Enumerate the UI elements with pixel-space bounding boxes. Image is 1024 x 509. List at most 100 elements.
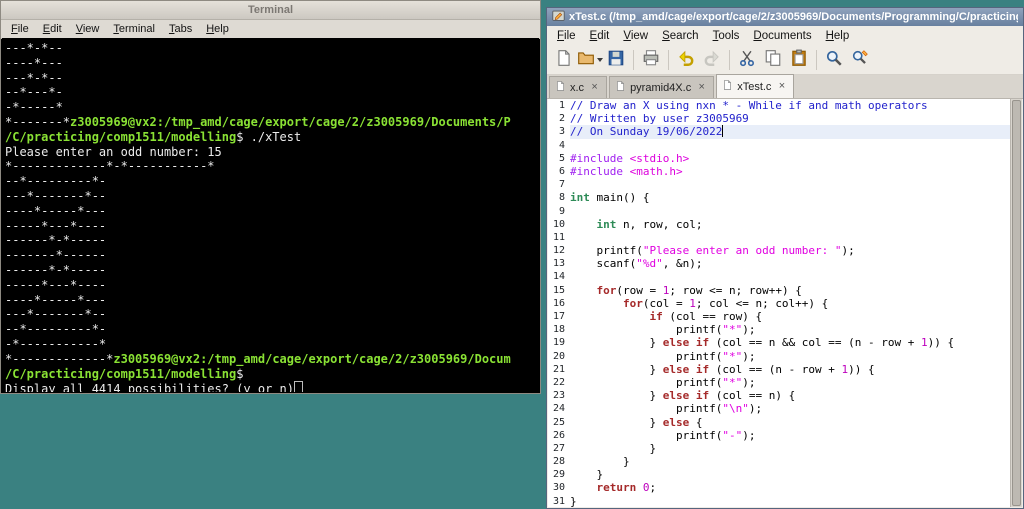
editor-titlebar[interactable]: xTest.c (/tmp_amd/cage/export/cage/2/z30…: [547, 8, 1023, 26]
toolbar-cut-button[interactable]: [734, 48, 760, 72]
code-text: // Draw an X using nxn * - While if and …: [570, 99, 1010, 112]
toolbar-undo-button[interactable]: [673, 48, 699, 72]
toolbar-paste-button[interactable]: [786, 48, 812, 72]
editor-scrollbar[interactable]: [1010, 99, 1022, 507]
code-token: }: [570, 415, 663, 429]
toolbar-redo-button[interactable]: [699, 48, 725, 72]
terminal-menu-tabs[interactable]: Tabs: [162, 21, 199, 37]
terminal-menu-help[interactable]: Help: [199, 21, 236, 37]
code-token: printf(: [570, 428, 723, 442]
terminal-menu-file[interactable]: File: [4, 21, 36, 37]
code-token: );: [841, 244, 855, 258]
editor-menu-help[interactable]: Help: [819, 28, 857, 44]
toolbar-print-button[interactable]: [638, 48, 664, 72]
toolbar-find-button[interactable]: [821, 48, 847, 72]
terminal-line: ----*-----*---: [5, 293, 539, 308]
editor-window: xTest.c (/tmp_amd/cage/export/cage/2/z30…: [546, 7, 1024, 509]
find-and-replace-icon: [851, 49, 869, 72]
terminal-line: ------*-*-----: [5, 233, 539, 248]
editor-menu-documents[interactable]: Documents: [746, 28, 818, 44]
tab-pyramid4x-c[interactable]: pyramid4X.c ×: [609, 76, 715, 98]
terminal-menubar: File Edit View Terminal Tabs Help: [1, 20, 540, 39]
code-token: printf(: [570, 375, 723, 389]
editor-text-area[interactable]: 1// Draw an X using nxn * - While if and…: [548, 99, 1010, 507]
document-icon: [722, 79, 733, 94]
editor-toolbar: [547, 46, 1023, 75]
code-token: main() {: [589, 191, 650, 205]
terminal-menu-terminal[interactable]: Terminal: [106, 21, 162, 37]
terminal-output-text: -*-----*: [5, 100, 63, 115]
code-token: "Please enter an odd number: ": [642, 244, 842, 258]
code-text: for(col = 1; col <= n; col++) {: [570, 297, 1010, 310]
print-icon: [642, 49, 660, 72]
line-number: 11: [548, 230, 570, 245]
tab-x-c[interactable]: x.c ×: [549, 76, 608, 98]
editor-menu-tools[interactable]: Tools: [706, 28, 747, 44]
line-number: 24: [548, 402, 570, 416]
tab-xtest-c[interactable]: xTest.c ×: [716, 74, 795, 98]
code-token: n, row, col;: [616, 217, 703, 231]
terminal-output-text: ---*-*--: [5, 41, 63, 55]
code-token: (col == (n - row +: [709, 362, 842, 376]
editor-menu-view[interactable]: View: [616, 28, 655, 44]
code-token: }: [570, 455, 630, 469]
editor-menu-search[interactable]: Search: [655, 28, 705, 44]
terminal-titlebar[interactable]: Terminal: [1, 1, 540, 20]
code-token: ; col <= n; col++) {: [695, 296, 829, 310]
tab-close-button[interactable]: ×: [775, 80, 788, 93]
scrollbar-thumb[interactable]: [1012, 100, 1021, 506]
code-line: 9: [548, 204, 1010, 218]
code-line: 27 }: [548, 441, 1010, 456]
code-token: );: [742, 349, 756, 363]
code-line: 3// On Sunday 19/06/2022: [548, 125, 1010, 139]
code-text: printf("Please enter an odd number: ");: [570, 244, 1010, 257]
toolbar-separator: [729, 50, 730, 70]
terminal-line: *-------------*-*-----------*: [5, 159, 539, 174]
code-line: 20 printf("*");: [548, 349, 1010, 363]
code-token: }: [570, 362, 663, 376]
tab-close-button[interactable]: ×: [695, 81, 708, 94]
terminal-line: Display all 4414 possibilities? (y or n): [5, 381, 539, 392]
line-number: 22: [548, 375, 570, 390]
tab-label: xTest.c: [737, 80, 772, 93]
terminal-screen[interactable]: ---*-*-- ----*--- ---*-*-- --*---*- -*-----*…: [2, 38, 539, 392]
terminal-line: -----*---*----: [5, 278, 539, 293]
editor-menu-edit[interactable]: Edit: [583, 28, 617, 44]
terminal-prompt-text: /C/practicing/comp1511/modelling: [5, 366, 237, 381]
terminal-output-text: ---*-------*--: [5, 307, 107, 322]
toolbar-find-and-replace-button[interactable]: [847, 48, 873, 72]
code-line: 19 } else if (col == n && col == (n - ro…: [548, 336, 1010, 350]
code-token: for: [622, 296, 643, 310]
code-token: // Draw an X using nxn * - While if and …: [570, 99, 928, 112]
code-token: else: [662, 336, 690, 350]
toolbar-save-button[interactable]: [603, 48, 629, 72]
code-token: );: [742, 323, 756, 337]
code-text: } else if (col == (n - row + 1)) {: [570, 363, 1010, 376]
terminal-menu-edit[interactable]: Edit: [36, 21, 69, 37]
code-token: printf(: [570, 323, 723, 337]
terminal-menu-view[interactable]: View: [69, 21, 107, 37]
toolbar-open-button[interactable]: [577, 48, 603, 72]
find-icon: [825, 49, 843, 72]
editor-menu-file[interactable]: File: [550, 28, 583, 44]
terminal-output-text: ----*-----*---: [5, 203, 107, 218]
terminal-output-text: ---*-*--: [5, 70, 63, 85]
terminal-line: --*---*-: [5, 85, 539, 100]
terminal-cursor: [293, 381, 303, 392]
toolbar-new-document-button[interactable]: [551, 48, 577, 72]
document-icon: [555, 80, 566, 95]
toolbar-copy-button[interactable]: [760, 48, 786, 72]
paste-icon: [790, 49, 808, 72]
line-number: 2: [548, 112, 570, 126]
terminal-output-text: ------*-*-----: [5, 262, 107, 277]
tab-close-button[interactable]: ×: [588, 81, 601, 94]
terminal-line: *-------------*z3005969@vx2:/tmp_amd/cag…: [5, 352, 539, 367]
